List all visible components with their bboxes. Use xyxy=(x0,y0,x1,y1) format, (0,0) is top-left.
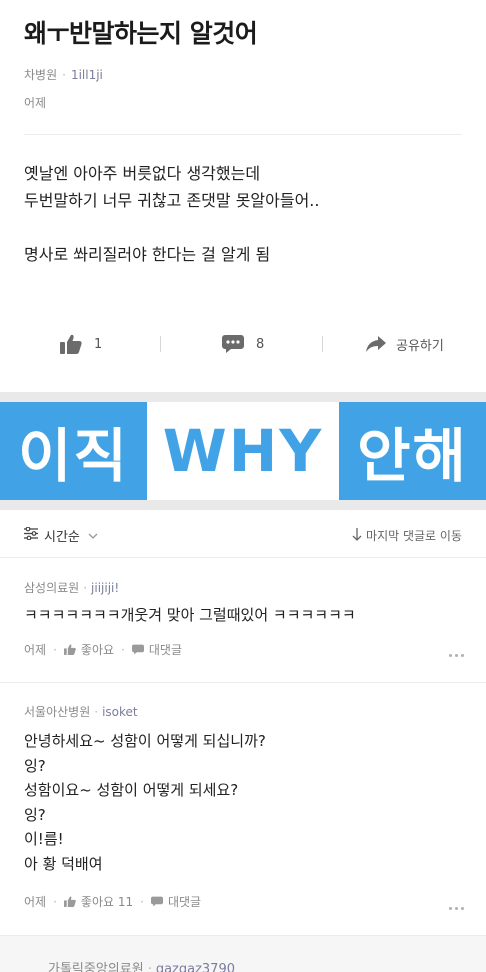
comment-item: 서울아산병원 · isoket 안녕하세요~ 성함이 어떻게 되십니까? 잉? 성함… xyxy=(0,683,486,936)
comment-author[interactable]: isoket xyxy=(102,705,138,719)
thumbs-up-icon xyxy=(60,334,82,354)
post: 왜ㅜ반말하는지 알것어 차병원 · 1ill1ji 어제 옛날엔 아아주 버릇없다 … xyxy=(0,0,486,392)
jump-to-last-comment[interactable]: 마지막 댓글로 이동 xyxy=(352,527,462,544)
post-body-line: 두번말하기 너무 귀찮고 존댓말 못알아들어.. xyxy=(24,191,320,210)
post-actions: 1 8 공유하기 xyxy=(0,326,486,362)
chevron-down-icon xyxy=(88,528,98,543)
reply-button[interactable]: 대댓글 xyxy=(149,641,182,658)
meta-separator: · xyxy=(94,705,99,719)
comment-body: ㅋㅋㅋㅋㅋㅋㅋ개웃겨 맞아 그럴때있어 ㅋㅋㅋㅋㅋㅋ xyxy=(24,603,356,628)
banner-text-middle: WHY xyxy=(147,402,339,500)
post-body-line xyxy=(24,214,319,241)
share-label: 공유하기 xyxy=(396,338,444,354)
thumbs-up-icon[interactable] xyxy=(63,644,76,655)
comment-line: 안녕하세요~ 성함이 어떻게 되십니까? xyxy=(24,732,266,750)
comment-like-button[interactable]: 좋아요 xyxy=(81,641,114,658)
speech-bubble-icon xyxy=(222,334,244,354)
arrow-down-icon xyxy=(352,527,362,544)
post-body-line: 옛날엔 아아주 버릇없다 생각했는데 xyxy=(24,164,261,183)
comment-line: 이!름! xyxy=(24,830,64,848)
comment-author[interactable]: gazgaz3790 xyxy=(156,962,235,972)
post-body-line: 명사로 쏴리질러야 한다는 걸 알게 됨 xyxy=(24,245,271,264)
speech-bubble-icon[interactable] xyxy=(150,896,163,907)
more-dots-icon[interactable] xyxy=(449,654,464,657)
comment-line: 잉? xyxy=(24,756,46,775)
comment-date: 어제 xyxy=(24,895,47,909)
post-meta: 차병원 · 1ill1ji xyxy=(24,66,103,83)
sliders-icon xyxy=(24,526,38,544)
comment-author[interactable]: jiijiji! xyxy=(91,581,119,595)
more-dots-icon[interactable] xyxy=(449,907,464,910)
share-button[interactable]: 공유하기 xyxy=(366,326,444,362)
like-button[interactable]: 1 xyxy=(60,326,102,362)
comment-date: 어제 xyxy=(24,643,47,657)
comment-meta: 서울아산병원 · isoket xyxy=(24,703,138,720)
sort-dropdown[interactable]: 시간순 xyxy=(24,526,98,545)
meta-separator: · xyxy=(53,894,57,909)
comment-button[interactable]: 8 xyxy=(222,326,264,362)
comment-like-button[interactable]: 좋아요 11 xyxy=(81,893,133,910)
action-divider xyxy=(160,336,161,352)
comment-line: 잉? xyxy=(24,805,46,824)
meta-separator: · xyxy=(121,642,125,657)
ad-banner[interactable]: 이직 WHY 안해 xyxy=(0,402,486,500)
comment-meta: 가톨릭중앙의료원 · gazgaz3790 xyxy=(48,958,235,972)
speech-bubble-icon[interactable] xyxy=(131,644,144,655)
comment-count: 8 xyxy=(256,336,265,352)
like-count: 1 xyxy=(94,336,103,352)
meta-separator: · xyxy=(83,581,88,595)
comment-line: ㅋㅋㅋㅋㅋㅋㅋ개웃겨 맞아 그럴때있어 ㅋㅋㅋㅋㅋㅋ xyxy=(24,606,356,624)
comment-body: 안녕하세요~ 성함이 어떻게 되십니까? 잉? 성함이요~ 성함이 어떻게 되세… xyxy=(24,729,266,876)
jump-label: 마지막 댓글로 이동 xyxy=(366,529,462,543)
comment-item-reply: 가톨릭중앙의료원 · gazgaz3790 xyxy=(0,936,486,972)
post-title: 왜ㅜ반말하는지 알것어 xyxy=(24,19,258,48)
meta-separator: · xyxy=(53,642,57,657)
meta-separator: · xyxy=(147,962,152,972)
banner-text-left: 이직 xyxy=(0,402,147,500)
comment-line: 성함이요~ 성함이 어떻게 되세요? xyxy=(24,781,239,799)
divider xyxy=(24,134,462,135)
comment-hospital[interactable]: 가톨릭중앙의료원 xyxy=(48,962,144,972)
sort-label: 시간순 xyxy=(44,530,80,545)
comment-hospital[interactable]: 서울아산병원 xyxy=(24,705,90,719)
action-divider xyxy=(322,336,323,352)
post-hospital[interactable]: 차병원 xyxy=(24,68,57,82)
comment-item: 삼성의료원 · jiijiji! ㅋㅋㅋㅋㅋㅋㅋ개웃겨 맞아 그럴때있어 ㅋㅋㅋㅋㅋ… xyxy=(0,559,486,683)
meta-separator: · xyxy=(140,894,144,909)
comment-footer: 어제 · 좋아요 11 · 대댓글 xyxy=(24,893,201,910)
reply-button[interactable]: 대댓글 xyxy=(168,893,201,910)
comment-meta: 삼성의료원 · jiijiji! xyxy=(24,579,119,596)
comment-sort-bar: 시간순 마지막 댓글로 이동 xyxy=(0,512,486,558)
meta-separator: · xyxy=(62,68,66,82)
comment-footer: 어제 · 좋아요 · 대댓글 xyxy=(24,641,182,658)
post-date: 어제 xyxy=(24,96,47,110)
share-arrow-icon xyxy=(366,335,386,353)
comment-hospital[interactable]: 삼성의료원 xyxy=(24,581,79,595)
post-author[interactable]: 1ill1ji xyxy=(71,68,103,82)
thumbs-up-icon[interactable] xyxy=(63,896,76,907)
post-body: 옛날엔 아아주 버릇없다 생각했는데 두번말하기 너무 귀찮고 존댓말 못알아들… xyxy=(24,160,319,268)
banner-text-right: 안해 xyxy=(339,402,486,500)
comment-line: 아 황 덕배여 xyxy=(24,854,103,873)
